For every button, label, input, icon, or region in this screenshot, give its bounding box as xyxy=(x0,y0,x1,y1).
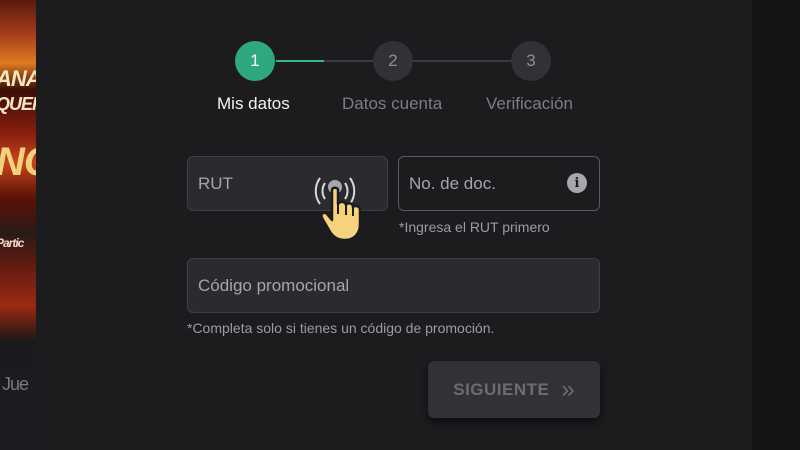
step-3-indicator: 3 xyxy=(511,41,551,81)
next-button[interactable]: SIGUIENTE » xyxy=(428,361,600,418)
step-connector xyxy=(412,60,512,62)
step-1-indicator[interactable]: 1 xyxy=(235,41,275,81)
step-3-label: Verificación xyxy=(486,94,573,113)
info-icon[interactable]: i xyxy=(567,173,587,193)
background-promo-strip: ANA QUEI NO Partic Jue xyxy=(0,0,36,450)
promo-text: QUEI xyxy=(0,94,36,114)
promo-text: ANA xyxy=(0,66,36,91)
promo-code-hint: *Completa solo si tienes un código de pr… xyxy=(187,320,495,336)
promo-code-input[interactable] xyxy=(187,258,600,313)
background-right xyxy=(752,0,800,450)
step-connector-progress xyxy=(276,60,324,62)
step-connector xyxy=(324,60,374,62)
promo-text: NO xyxy=(0,140,36,185)
promo-text: Partic xyxy=(0,236,24,250)
promo-text: Jue xyxy=(2,374,29,394)
doc-number-hint: *Ingresa el RUT primero xyxy=(399,219,550,235)
step-1-label: Mis datos xyxy=(217,94,290,113)
next-button-label: SIGUIENTE xyxy=(453,379,550,399)
rut-input[interactable] xyxy=(187,156,388,211)
step-2-indicator: 2 xyxy=(373,41,413,81)
step-2-label: Datos cuenta xyxy=(342,94,443,113)
double-chevron-right-icon: » xyxy=(561,375,575,403)
